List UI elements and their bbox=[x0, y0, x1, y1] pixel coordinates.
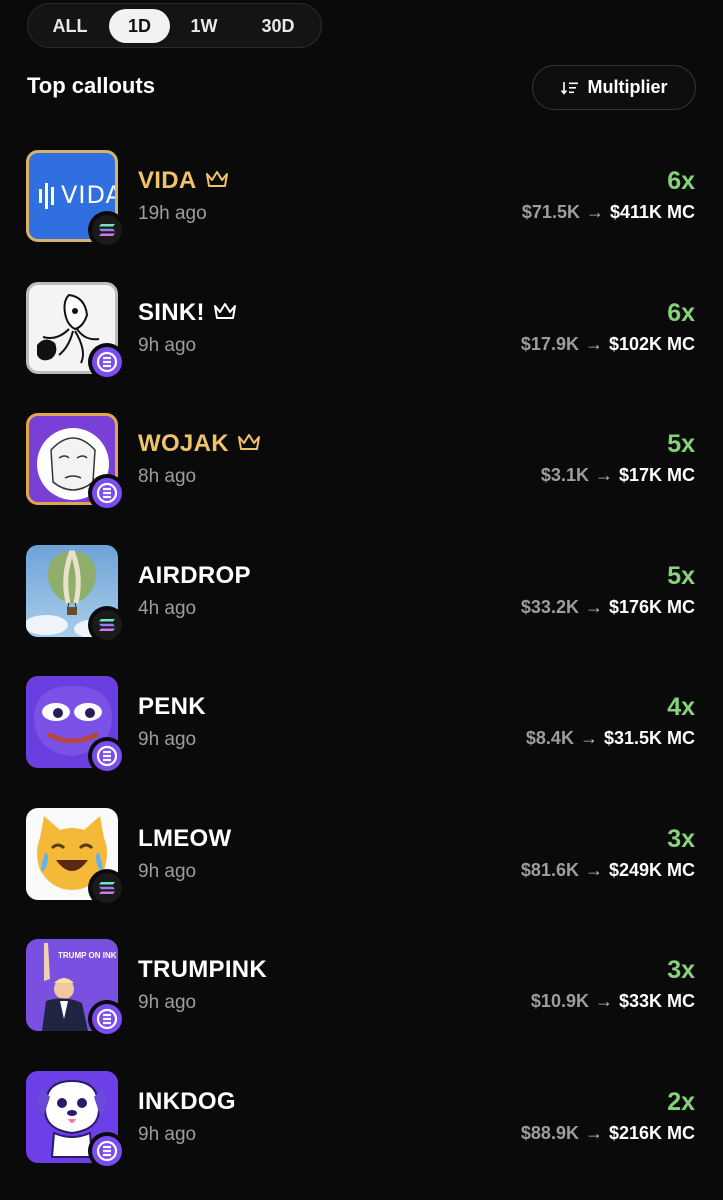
mc-from: $71.5K bbox=[521, 202, 580, 222]
token-name: INKDOG bbox=[138, 1088, 236, 1116]
token-name-text: TRUMPINK bbox=[138, 956, 268, 983]
market-cap-change: $10.9K → $33K MC bbox=[531, 991, 695, 1012]
tab-30d[interactable]: 30D bbox=[243, 9, 313, 43]
time-ago: 9h ago bbox=[138, 860, 197, 882]
multiplier-value: 5x bbox=[667, 430, 695, 458]
mc-to: $411K MC bbox=[609, 202, 695, 222]
token-name-text: AIRDROP bbox=[138, 561, 251, 589]
token-name-text: WOJAK bbox=[138, 430, 229, 457]
mc-to: $31.5K MC bbox=[603, 728, 695, 748]
mc-from: $88.9K bbox=[520, 1122, 579, 1143]
arrow-right-icon: → bbox=[594, 465, 613, 485]
callout-list: VIDA VIDA 19h ago 6x $71.5K → $411K MC S… bbox=[0, 145, 723, 1197]
token-name: VIDA bbox=[138, 167, 229, 195]
callout-row[interactable]: LMEOW 9h ago 3x $81.6K → $249K MC bbox=[0, 803, 723, 935]
time-ago: 19h ago bbox=[138, 203, 207, 224]
time-ago: 9h ago bbox=[138, 729, 197, 750]
token-name-text: VIDA bbox=[138, 167, 197, 194]
arrow-right-icon: → bbox=[584, 1122, 603, 1143]
market-cap-change: $3.1K → $17K MC bbox=[541, 465, 695, 486]
sort-button[interactable]: Multiplier bbox=[532, 65, 696, 110]
arrow-right-icon: → bbox=[584, 596, 603, 617]
multiplier-value: 6x bbox=[667, 298, 695, 327]
tab-all[interactable]: ALL bbox=[34, 9, 106, 43]
ink-chain-badge bbox=[88, 737, 126, 775]
market-cap-change: $88.9K → $216K MC bbox=[521, 1123, 695, 1144]
thumbnail-wordmark: VIDA bbox=[61, 181, 118, 209]
time-ago: 9h ago bbox=[138, 1123, 197, 1145]
sort-icon bbox=[560, 80, 579, 96]
ink-chain-badge bbox=[88, 1131, 126, 1170]
arrow-right-icon: → bbox=[584, 333, 603, 354]
arrow-right-icon: → bbox=[579, 728, 598, 748]
solana-chain-badge bbox=[88, 868, 126, 907]
callout-row[interactable]: INKDOG 9h ago 2x $88.9K → $216K MC bbox=[0, 1066, 723, 1198]
time-ago: 9h ago bbox=[138, 334, 197, 356]
token-name-text: INKDOG bbox=[138, 1087, 236, 1115]
token-name-text: SINK! bbox=[138, 298, 205, 326]
mc-from: $17.9K bbox=[520, 333, 579, 354]
callout-row[interactable]: VIDA VIDA 19h ago 6x $71.5K → $411K MC bbox=[0, 145, 723, 277]
crown-icon bbox=[237, 430, 261, 458]
multiplier-value: 6x bbox=[667, 167, 695, 195]
mc-to: $17K MC bbox=[618, 465, 695, 485]
tab-1d[interactable]: 1D bbox=[109, 9, 170, 43]
token-name: WOJAK bbox=[138, 430, 261, 458]
market-cap-change: $71.5K → $411K MC bbox=[522, 202, 695, 223]
multiplier-value: 5x bbox=[667, 561, 695, 590]
time-filter-tabs: ALL 1D 1W 30D bbox=[27, 3, 322, 48]
callout-row[interactable]: WOJAK 8h ago 5x $3.1K → $17K MC bbox=[0, 408, 723, 540]
multiplier-value: 4x bbox=[667, 693, 695, 721]
market-cap-change: $8.4K → $31.5K MC bbox=[526, 728, 695, 749]
sort-label: Multiplier bbox=[587, 77, 668, 97]
callout-row[interactable]: SINK! 9h ago 6x $17.9K → $102K MC bbox=[0, 277, 723, 409]
mc-to: $176K MC bbox=[608, 596, 695, 617]
multiplier-value: 3x bbox=[667, 956, 695, 984]
mc-to: $216K MC bbox=[608, 1122, 695, 1143]
market-cap-change: $17.9K → $102K MC bbox=[521, 334, 695, 355]
mc-from: $10.9K bbox=[530, 991, 589, 1011]
market-cap-change: $33.2K → $176K MC bbox=[521, 597, 695, 618]
tab-1w[interactable]: 1W bbox=[174, 9, 234, 43]
ink-chain-badge bbox=[88, 342, 126, 381]
multiplier-value: 3x bbox=[667, 824, 695, 853]
token-name: AIRDROP bbox=[138, 562, 251, 590]
multiplier-value: 2x bbox=[667, 1087, 695, 1116]
time-ago: 4h ago bbox=[138, 597, 197, 619]
ink-chain-badge bbox=[88, 474, 126, 512]
token-name: LMEOW bbox=[138, 825, 231, 853]
mc-from: $33.2K bbox=[520, 596, 579, 617]
token-name: TRUMPINK bbox=[138, 956, 267, 984]
market-cap-change: $81.6K → $249K MC bbox=[521, 860, 695, 881]
crown-icon bbox=[213, 299, 237, 327]
crown-icon bbox=[205, 167, 229, 195]
mc-from: $81.6K bbox=[520, 859, 579, 880]
mc-from: $3.1K bbox=[540, 465, 589, 485]
ink-chain-badge bbox=[88, 1000, 126, 1038]
mc-to: $33K MC bbox=[618, 991, 695, 1011]
mc-to: $102K MC bbox=[608, 333, 695, 354]
arrow-right-icon: → bbox=[594, 991, 613, 1011]
section-title: Top callouts bbox=[27, 73, 155, 98]
callout-row[interactable]: TRUMP ON INK TRUMPINK 9h ago 3x $10.9K → $… bbox=[0, 934, 723, 1066]
solana-chain-badge bbox=[88, 605, 126, 644]
mc-from: $8.4K bbox=[525, 728, 574, 748]
callout-row[interactable]: AIRDROP 4h ago 5x $33.2K → $176K MC bbox=[0, 540, 723, 672]
time-ago: 9h ago bbox=[138, 992, 197, 1013]
callout-row[interactable]: PENK 9h ago 4x $8.4K → $31.5K MC bbox=[0, 671, 723, 803]
token-name-text: LMEOW bbox=[138, 824, 232, 852]
token-name: PENK bbox=[138, 693, 206, 721]
time-ago: 8h ago bbox=[138, 466, 197, 487]
arrow-right-icon: → bbox=[585, 202, 604, 222]
mc-to: $249K MC bbox=[608, 859, 695, 880]
token-name-text: PENK bbox=[138, 693, 206, 720]
token-name: SINK! bbox=[138, 299, 237, 327]
arrow-right-icon: → bbox=[584, 859, 603, 880]
solana-chain-badge bbox=[88, 211, 126, 249]
